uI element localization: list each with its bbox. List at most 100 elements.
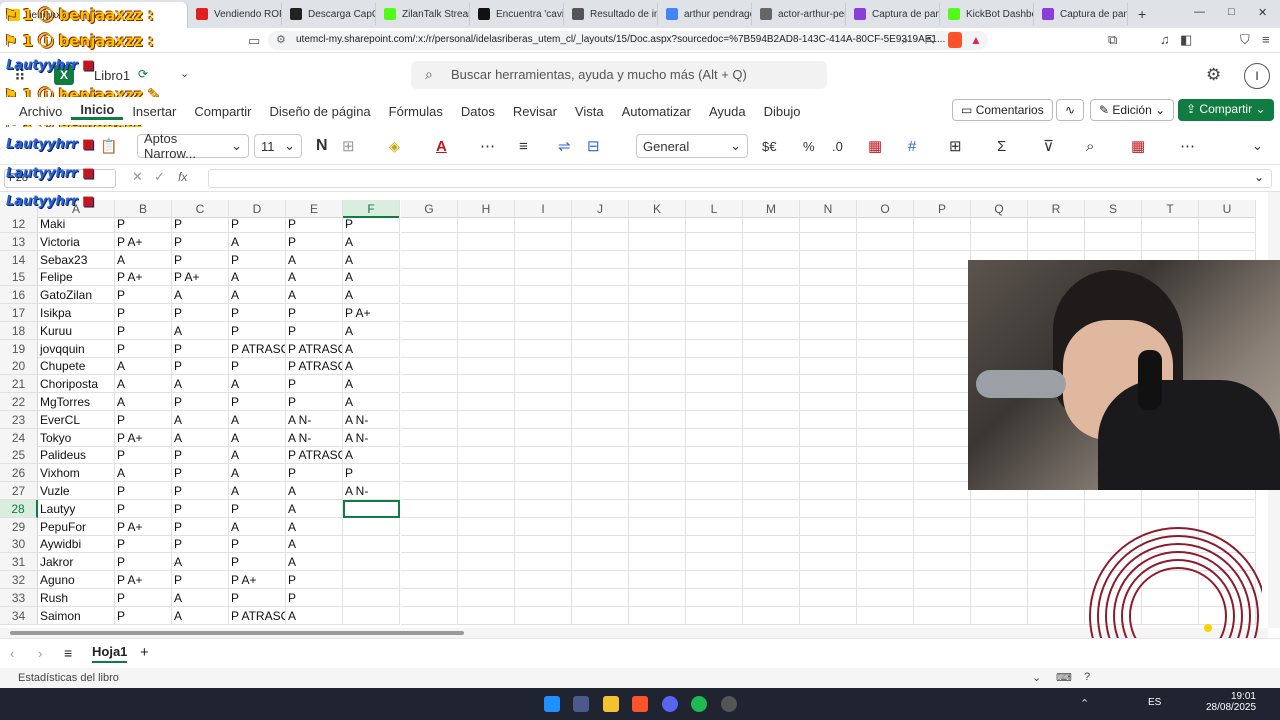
browser-tab[interactable]: Captura de panta bbox=[846, 3, 940, 25]
tab-vista[interactable]: Vista bbox=[566, 104, 613, 119]
row-header[interactable]: 13 bbox=[0, 233, 38, 251]
cell[interactable]: P bbox=[172, 571, 229, 589]
cell[interactable] bbox=[458, 340, 515, 358]
cell[interactable] bbox=[1028, 553, 1085, 571]
cell[interactable]: P bbox=[172, 446, 229, 464]
cell[interactable] bbox=[1028, 589, 1085, 607]
cell[interactable] bbox=[458, 357, 515, 375]
task-view-icon[interactable] bbox=[573, 696, 589, 712]
cell[interactable]: Maki bbox=[38, 215, 115, 233]
file-explorer-icon[interactable] bbox=[603, 696, 619, 712]
cell[interactable]: P bbox=[286, 464, 343, 482]
tab-insertar[interactable]: Insertar bbox=[123, 104, 185, 119]
cell[interactable] bbox=[515, 446, 572, 464]
cell[interactable]: A bbox=[229, 286, 286, 304]
cell[interactable] bbox=[572, 535, 629, 553]
cell[interactable] bbox=[686, 268, 743, 286]
cell[interactable]: jovqquin bbox=[38, 340, 115, 358]
cell[interactable] bbox=[800, 375, 857, 393]
cell[interactable] bbox=[401, 464, 458, 482]
cell[interactable] bbox=[458, 500, 515, 518]
cell[interactable]: P A+ bbox=[115, 571, 172, 589]
cell[interactable] bbox=[458, 429, 515, 447]
cell[interactable]: P bbox=[172, 464, 229, 482]
cell[interactable]: A bbox=[229, 411, 286, 429]
cell[interactable]: P bbox=[229, 589, 286, 607]
row-header[interactable]: 33 bbox=[0, 589, 38, 607]
share-page-icon[interactable]: ⇱ bbox=[925, 33, 935, 47]
cell[interactable] bbox=[1028, 571, 1085, 589]
cell[interactable]: A bbox=[286, 553, 343, 571]
row-header[interactable]: 26 bbox=[0, 464, 38, 482]
cell[interactable]: P bbox=[115, 411, 172, 429]
cell[interactable] bbox=[458, 553, 515, 571]
cell[interactable] bbox=[629, 571, 686, 589]
cell[interactable] bbox=[800, 535, 857, 553]
cell[interactable] bbox=[343, 553, 400, 571]
cell[interactable] bbox=[800, 518, 857, 536]
cell[interactable]: A bbox=[229, 482, 286, 500]
cell[interactable]: A bbox=[229, 375, 286, 393]
cell[interactable]: A bbox=[115, 251, 172, 269]
cell[interactable] bbox=[515, 322, 572, 340]
cell[interactable] bbox=[515, 464, 572, 482]
browser-tab[interactable]: KickBot Dashboa bbox=[940, 3, 1034, 25]
cell[interactable] bbox=[572, 446, 629, 464]
cell[interactable] bbox=[572, 411, 629, 429]
cell[interactable] bbox=[686, 411, 743, 429]
cell[interactable] bbox=[743, 571, 800, 589]
fill-color-icon[interactable]: ◈ bbox=[389, 134, 400, 158]
cell[interactable]: A bbox=[343, 375, 400, 393]
row-header[interactable]: 21 bbox=[0, 375, 38, 393]
cell[interactable] bbox=[800, 215, 857, 233]
cancel-icon[interactable]: ✕ bbox=[132, 169, 143, 185]
number-format-dropdown[interactable]: General ⌄ bbox=[636, 134, 748, 158]
cell[interactable]: P bbox=[115, 304, 172, 322]
cell[interactable] bbox=[857, 375, 914, 393]
more-font-options-icon[interactable]: ⋯ bbox=[480, 134, 495, 158]
cell[interactable] bbox=[800, 411, 857, 429]
cell[interactable] bbox=[914, 589, 971, 607]
bold-icon[interactable]: N bbox=[316, 134, 328, 158]
windows-start-icon[interactable] bbox=[544, 696, 560, 712]
cell[interactable] bbox=[401, 553, 458, 571]
cell[interactable] bbox=[857, 340, 914, 358]
brave-shield-icon[interactable] bbox=[948, 32, 962, 48]
cell[interactable] bbox=[629, 357, 686, 375]
cell[interactable] bbox=[458, 518, 515, 536]
tab-dibujo[interactable]: Dibujo bbox=[755, 104, 810, 119]
cell[interactable]: A bbox=[229, 429, 286, 447]
cell[interactable] bbox=[800, 482, 857, 500]
cell[interactable] bbox=[857, 251, 914, 269]
collapse-ribbon-icon[interactable]: ⌄ bbox=[1252, 134, 1263, 158]
cell[interactable]: P bbox=[286, 375, 343, 393]
cell[interactable] bbox=[458, 251, 515, 269]
cell[interactable] bbox=[914, 446, 971, 464]
cell[interactable]: A bbox=[229, 268, 286, 286]
cell[interactable]: P bbox=[115, 500, 172, 518]
cell[interactable] bbox=[629, 322, 686, 340]
cell[interactable] bbox=[1028, 518, 1085, 536]
cell[interactable] bbox=[686, 571, 743, 589]
cell[interactable]: P bbox=[172, 393, 229, 411]
expand-formula-icon[interactable]: ⌄ bbox=[1254, 170, 1264, 184]
cell[interactable] bbox=[857, 607, 914, 625]
cell[interactable] bbox=[629, 393, 686, 411]
workbook-title[interactable]: Libro1 bbox=[94, 68, 130, 83]
cell[interactable] bbox=[686, 286, 743, 304]
cell[interactable] bbox=[458, 535, 515, 553]
cell[interactable] bbox=[800, 500, 857, 518]
conditional-format-icon[interactable]: ▦ bbox=[868, 134, 882, 158]
cell[interactable]: Kuruu bbox=[38, 322, 115, 340]
cell[interactable]: Aguno bbox=[38, 571, 115, 589]
cell[interactable] bbox=[914, 500, 971, 518]
cell[interactable] bbox=[800, 304, 857, 322]
cell[interactable]: P ATRASO bbox=[229, 607, 286, 625]
cell[interactable]: P A+ bbox=[115, 233, 172, 251]
cell[interactable]: P bbox=[229, 322, 286, 340]
cell[interactable] bbox=[629, 446, 686, 464]
cell[interactable] bbox=[629, 535, 686, 553]
row-header[interactable]: 29 bbox=[0, 518, 38, 536]
cell[interactable] bbox=[743, 322, 800, 340]
cell[interactable] bbox=[686, 215, 743, 233]
